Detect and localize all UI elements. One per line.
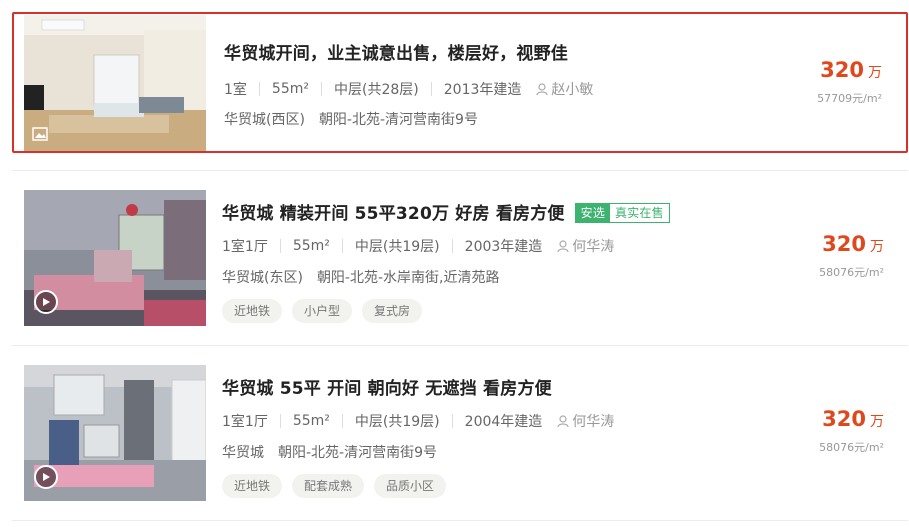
community-link[interactable]: 华贸城(东区)	[222, 270, 303, 286]
agent-link[interactable]: 赵小敏	[536, 79, 593, 99]
tag: 近地铁	[222, 299, 283, 323]
listing-address: 华贸城(西区) 朝阳-北苑-清河营南街9号	[224, 109, 478, 129]
image-icon	[32, 126, 48, 145]
listing-attributes: 1室1厅 55m² 中层(共19层) 2004年建造 何华涛	[222, 411, 614, 431]
agent-link[interactable]: 何华涛	[557, 411, 614, 431]
community-link[interactable]: 华贸城	[222, 445, 264, 461]
verified-badge: 安选 真实在售	[574, 203, 670, 223]
location-text[interactable]: 朝阳-北苑-清河营南街9号	[319, 112, 478, 128]
play-icon[interactable]	[34, 290, 58, 314]
listing-title[interactable]: 华贸城开间，业主诚意出售，楼层好，视野佳	[224, 39, 568, 64]
listing-attributes: 1室1厅 55m² 中层(共19层) 2003年建造 何华涛	[222, 236, 614, 256]
person-icon	[557, 414, 569, 427]
built-year-text: 2003年建造	[464, 239, 543, 255]
total-price: 320 万	[822, 232, 884, 256]
listing-attributes: 1室 55m² 中层(共28层) 2013年建造 赵小敏	[224, 79, 593, 99]
unit-price: 58076元/m²	[819, 441, 884, 454]
listing-address: 华贸城(东区) 朝阳-北苑-水岸南街,近清苑路	[222, 267, 500, 287]
divider	[12, 520, 908, 521]
built-year-text: 2013年建造	[443, 82, 522, 98]
divider	[12, 345, 908, 346]
listing-photo[interactable]	[24, 190, 206, 326]
floor-text: 中层(共28层)	[334, 82, 419, 98]
community-link[interactable]: 华贸城(西区)	[224, 112, 305, 128]
layout-text: 1室1厅	[222, 414, 268, 430]
person-icon	[536, 82, 548, 95]
layout-text: 1室	[224, 82, 247, 98]
tag-list: 近地铁 配套成熟 品质小区	[222, 474, 447, 498]
location-text[interactable]: 朝阳-北苑-水岸南街,近清苑路	[317, 270, 500, 286]
listing-title[interactable]: 华贸城 55平 开间 朝向好 无遮挡 看房方便	[222, 374, 552, 399]
listing-card[interactable]: 华贸城开间，业主诚意出售，楼层好，视野佳 1室 55m² 中层(共28层) 20…	[12, 12, 908, 153]
play-icon[interactable]	[34, 465, 58, 489]
tag: 近地铁	[222, 474, 283, 498]
area-text: 55m²	[271, 81, 309, 97]
unit-price: 58076元/m²	[819, 266, 884, 279]
listing-photo[interactable]	[24, 15, 206, 151]
total-price: 320 万	[822, 407, 884, 431]
tag: 品质小区	[374, 474, 447, 498]
area-text: 55m²	[292, 413, 330, 429]
floor-text: 中层(共19层)	[354, 414, 440, 430]
unit-price: 57709元/m²	[817, 92, 882, 105]
tag-list: 近地铁 小户型 复式房	[222, 299, 423, 323]
listing-card[interactable]: 华贸城 55平 开间 朝向好 无遮挡 看房方便 1室1厅 55m² 中层(共19…	[12, 365, 908, 501]
built-year-text: 2004年建造	[464, 414, 543, 430]
tag: 复式房	[362, 299, 423, 323]
listing-address: 华贸城 朝阳-北苑-清河营南街9号	[222, 442, 437, 462]
tag: 配套成熟	[292, 474, 365, 498]
total-price: 320 万	[820, 58, 882, 82]
listing-photo[interactable]	[24, 365, 206, 501]
location-text[interactable]: 朝阳-北苑-清河营南街9号	[278, 445, 437, 461]
listing-card[interactable]: 华贸城 精装开间 55平320万 好房 看房方便 安选 真实在售 1室1厅 55m²…	[12, 190, 908, 326]
floor-text: 中层(共19层)	[354, 239, 440, 255]
layout-text: 1室1厅	[222, 239, 268, 255]
divider	[12, 170, 908, 171]
tag: 小户型	[292, 299, 353, 323]
person-icon	[557, 239, 569, 252]
agent-link[interactable]: 何华涛	[557, 236, 614, 256]
area-text: 55m²	[292, 238, 330, 254]
listing-title[interactable]: 华贸城 精装开间 55平320万 好房 看房方便 安选 真实在售	[222, 199, 670, 224]
